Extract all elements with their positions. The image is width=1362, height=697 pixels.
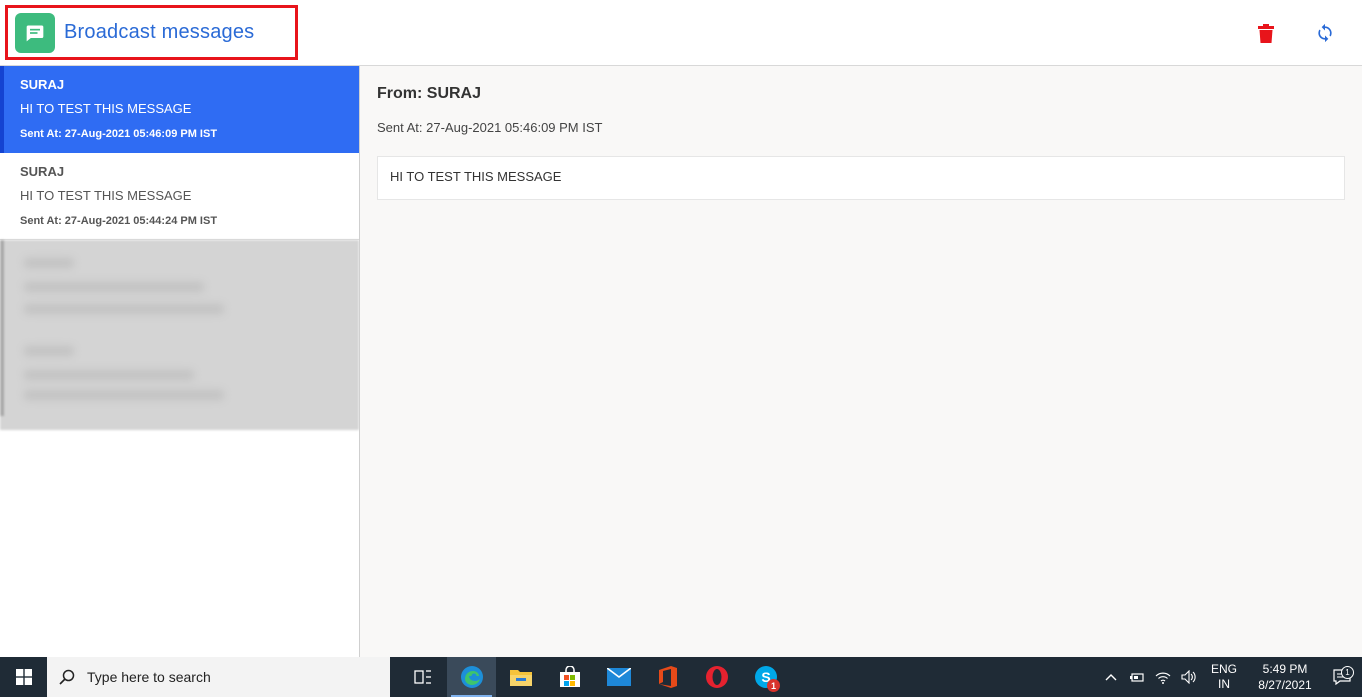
battery-icon: [1130, 673, 1144, 682]
refresh-button[interactable]: [1313, 20, 1337, 46]
action-center-button[interactable]: 1: [1322, 666, 1362, 685]
clock-time: 5:49 PM: [1262, 662, 1308, 676]
search-icon: [59, 669, 75, 685]
taskbar-store[interactable]: [545, 657, 594, 697]
windows-logo-icon: [15, 669, 32, 685]
taskbar-office[interactable]: [643, 657, 692, 697]
wifi-icon: [1155, 672, 1171, 684]
edge-icon: [460, 666, 483, 688]
chat-message-icon: [15, 12, 55, 53]
taskbar-search[interactable]: Type here to search: [47, 657, 390, 697]
message-item-selected[interactable]: SURAJ HI TO TEST THIS MESSAGE Sent At: 2…: [0, 66, 359, 153]
opera-icon: [705, 666, 728, 688]
skype-badge: 1: [767, 679, 780, 692]
taskbar-opera[interactable]: [692, 657, 741, 697]
clock-date: 8/27/2021: [1258, 678, 1312, 692]
volume-button[interactable]: [1176, 670, 1202, 684]
message-timestamp: Sent At: 27-Aug-2021 05:44:24 PM IST: [20, 215, 218, 227]
detail-from: From: SURAJ: [377, 85, 482, 102]
detail-message-body: HI TO TEST THIS MESSAGE: [377, 156, 1345, 200]
blurred-message-items: [0, 240, 359, 430]
mail-icon: [606, 668, 631, 686]
taskbar-edge[interactable]: [447, 657, 496, 697]
message-detail: From: SURAJ Sent At: 27-Aug-2021 05:46:0…: [360, 66, 1362, 657]
start-button[interactable]: [0, 657, 47, 697]
refresh-icon: [1318, 23, 1332, 43]
taskbar-mail[interactable]: [594, 657, 643, 697]
app-header: Broadcast messages: [0, 0, 1362, 66]
taskbar-skype[interactable]: S 1: [741, 657, 790, 697]
file-explorer-icon: [509, 670, 532, 686]
message-list: SURAJ HI TO TEST THIS MESSAGE Sent At: 2…: [0, 66, 360, 657]
message-item[interactable]: SURAJ HI TO TEST THIS MESSAGE Sent At: 2…: [0, 153, 359, 240]
message-preview: HI TO TEST THIS MESSAGE: [20, 101, 192, 116]
page-title: Broadcast messages: [64, 21, 255, 43]
speaker-icon: [1181, 670, 1196, 684]
chevron-up-icon: [1105, 674, 1117, 681]
office-icon: [658, 666, 677, 688]
delete-button[interactable]: [1254, 20, 1278, 46]
message-sender: SURAJ: [20, 164, 65, 179]
language-indicator[interactable]: ENG IN: [1206, 662, 1242, 692]
windows-taskbar: Type here to search S 1 ENG IN 5:49 PM 8…: [0, 657, 1362, 697]
task-view-button[interactable]: [398, 657, 447, 697]
taskbar-file-explorer[interactable]: [496, 657, 545, 697]
battery-button[interactable]: [1124, 671, 1150, 683]
system-tray: ENG IN 5:49 PM 8/27/2021 1: [1098, 657, 1362, 697]
show-hidden-icons-button[interactable]: [1098, 673, 1124, 681]
store-icon: [559, 666, 580, 687]
message-sender: SURAJ: [20, 77, 65, 92]
title-highlight: Broadcast messages: [5, 5, 298, 60]
detail-sent-at: Sent At: 27-Aug-2021 05:46:09 PM IST: [377, 120, 603, 135]
search-placeholder: Type here to search: [87, 669, 211, 685]
trash-icon: [1258, 23, 1274, 43]
message-preview: HI TO TEST THIS MESSAGE: [20, 188, 192, 203]
task-view-icon: [413, 670, 431, 684]
message-timestamp: Sent At: 27-Aug-2021 05:46:09 PM IST: [20, 128, 218, 140]
clock[interactable]: 5:49 PM 8/27/2021: [1248, 661, 1322, 693]
notification-count: 1: [1341, 666, 1354, 679]
wifi-button[interactable]: [1150, 670, 1176, 684]
